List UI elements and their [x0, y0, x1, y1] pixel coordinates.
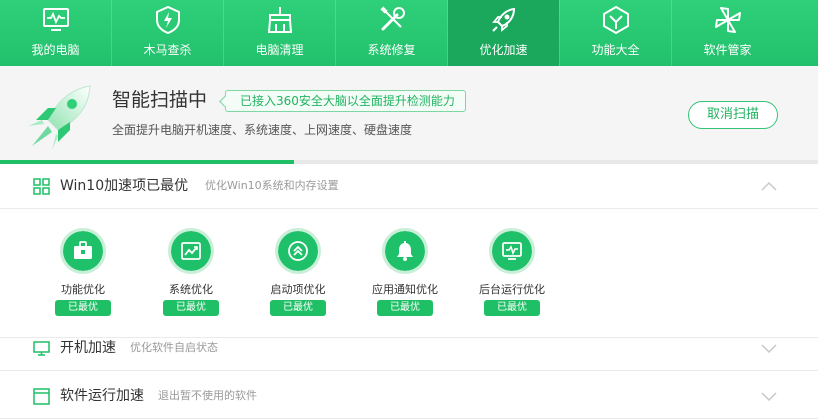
brain-connected-tag: 已接入360安全大脑以全面提升检测能力 [225, 90, 466, 112]
double-chevron-up-icon [288, 241, 308, 261]
scan-banner: 智能扫描中 已接入360安全大脑以全面提升检测能力 全面提升电脑开机速度、系统速… [0, 66, 818, 164]
monitor-pulse-icon [42, 8, 69, 31]
item-status-badge: 已最优 [270, 300, 326, 316]
section-title: 软件运行加速 [60, 388, 144, 404]
nav-label: 我的电脑 [31, 43, 80, 57]
item-status-badge: 已最优 [484, 300, 540, 316]
item-background-optimize[interactable]: 后台运行优化 已最优 [457, 210, 567, 316]
nav-label: 电脑清理 [255, 43, 304, 57]
item-name: 启动项优化 [270, 283, 326, 296]
windmill-icon [714, 7, 741, 33]
section-description: 优化软件自启状态 [130, 341, 218, 354]
scan-title: 智能扫描中 [112, 89, 208, 111]
nav-my-computer[interactable]: 我的电脑 [0, 0, 111, 66]
nav-label: 功能大全 [591, 43, 640, 57]
nav-label: 木马查杀 [143, 43, 192, 57]
section-description: 退出暂不使用的软件 [158, 389, 257, 402]
nav-optimize-speedup[interactable]: 优化加速 [448, 0, 559, 66]
nav-label: 优化加速 [479, 43, 528, 57]
item-icon-circle [275, 228, 321, 274]
wrench-screwdriver-icon [379, 6, 405, 31]
section-title: 开机加速 [60, 340, 116, 356]
optimization-items: 功能优化 已最优 系统优化 已最优 启动项优化 已最优 应用通知优化 已最优 后… [0, 210, 818, 338]
toolbox-icon [74, 241, 92, 259]
item-notification-optimize[interactable]: 应用通知优化 已最优 [350, 210, 460, 316]
cancel-scan-button[interactable]: 取消扫描 [688, 101, 778, 129]
chart-window-icon [181, 242, 201, 260]
chevron-down-icon[interactable] [760, 390, 778, 402]
monitor-wave-icon [502, 242, 522, 260]
grid-icon [33, 178, 50, 195]
section-software-speedup[interactable]: 软件运行加速 退出暂不使用的软件 [0, 374, 818, 419]
chevron-down-icon[interactable] [760, 342, 778, 354]
nav-software-manager[interactable]: 软件管家 [672, 0, 783, 66]
nav-trojan-scan[interactable]: 木马查杀 [112, 0, 223, 66]
item-startup-optimize[interactable]: 启动项优化 已最优 [243, 210, 353, 316]
nav-label: 软件管家 [703, 43, 752, 57]
hexagon-check-icon [602, 5, 629, 35]
rocket-illustration-icon [28, 85, 91, 150]
broom-icon [267, 7, 292, 33]
item-icon-circle [168, 228, 214, 274]
item-status-badge: 已最优 [163, 300, 219, 316]
item-icon-circle [382, 228, 428, 274]
nav-label: 系统修复 [367, 43, 416, 57]
scan-subtitle: 全面提升电脑开机速度、系统速度、上网速度、硬盘速度 [112, 123, 413, 137]
section-boot-speedup[interactable]: 开机加速 优化软件自启状态 [0, 326, 818, 371]
monitor-icon [33, 341, 50, 356]
item-icon-circle [489, 228, 535, 274]
nav-cleanup[interactable]: 电脑清理 [224, 0, 335, 66]
item-name: 后台运行优化 [479, 283, 545, 296]
item-status-badge: 已最优 [377, 300, 433, 316]
section-title: Win10加速项已最优 [60, 178, 189, 194]
shield-bolt-icon [155, 5, 180, 35]
rocket-icon [491, 7, 515, 32]
item-system-optimize[interactable]: 系统优化 已最优 [136, 210, 246, 316]
item-name: 功能优化 [61, 283, 105, 296]
item-status-badge: 已最优 [55, 300, 111, 316]
bell-icon [397, 241, 413, 261]
item-name: 应用通知优化 [372, 283, 438, 296]
section-win10-speedup[interactable]: Win10加速项已最优 优化Win10系统和内存设置 [0, 164, 818, 209]
chevron-up-icon[interactable] [760, 180, 778, 192]
nav-all-features[interactable]: 功能大全 [560, 0, 671, 66]
section-description: 优化Win10系统和内存设置 [205, 179, 339, 192]
app-window-icon [33, 388, 50, 405]
item-icon-circle [60, 228, 106, 274]
nav-system-repair[interactable]: 系统修复 [336, 0, 447, 66]
top-navigation-bar: 我的电脑 木马查杀 电脑清理 系统修复 优化加速 功能大全 软件管家 [0, 0, 818, 66]
item-name: 系统优化 [169, 283, 213, 296]
item-feature-optimize[interactable]: 功能优化 已最优 [28, 210, 138, 316]
